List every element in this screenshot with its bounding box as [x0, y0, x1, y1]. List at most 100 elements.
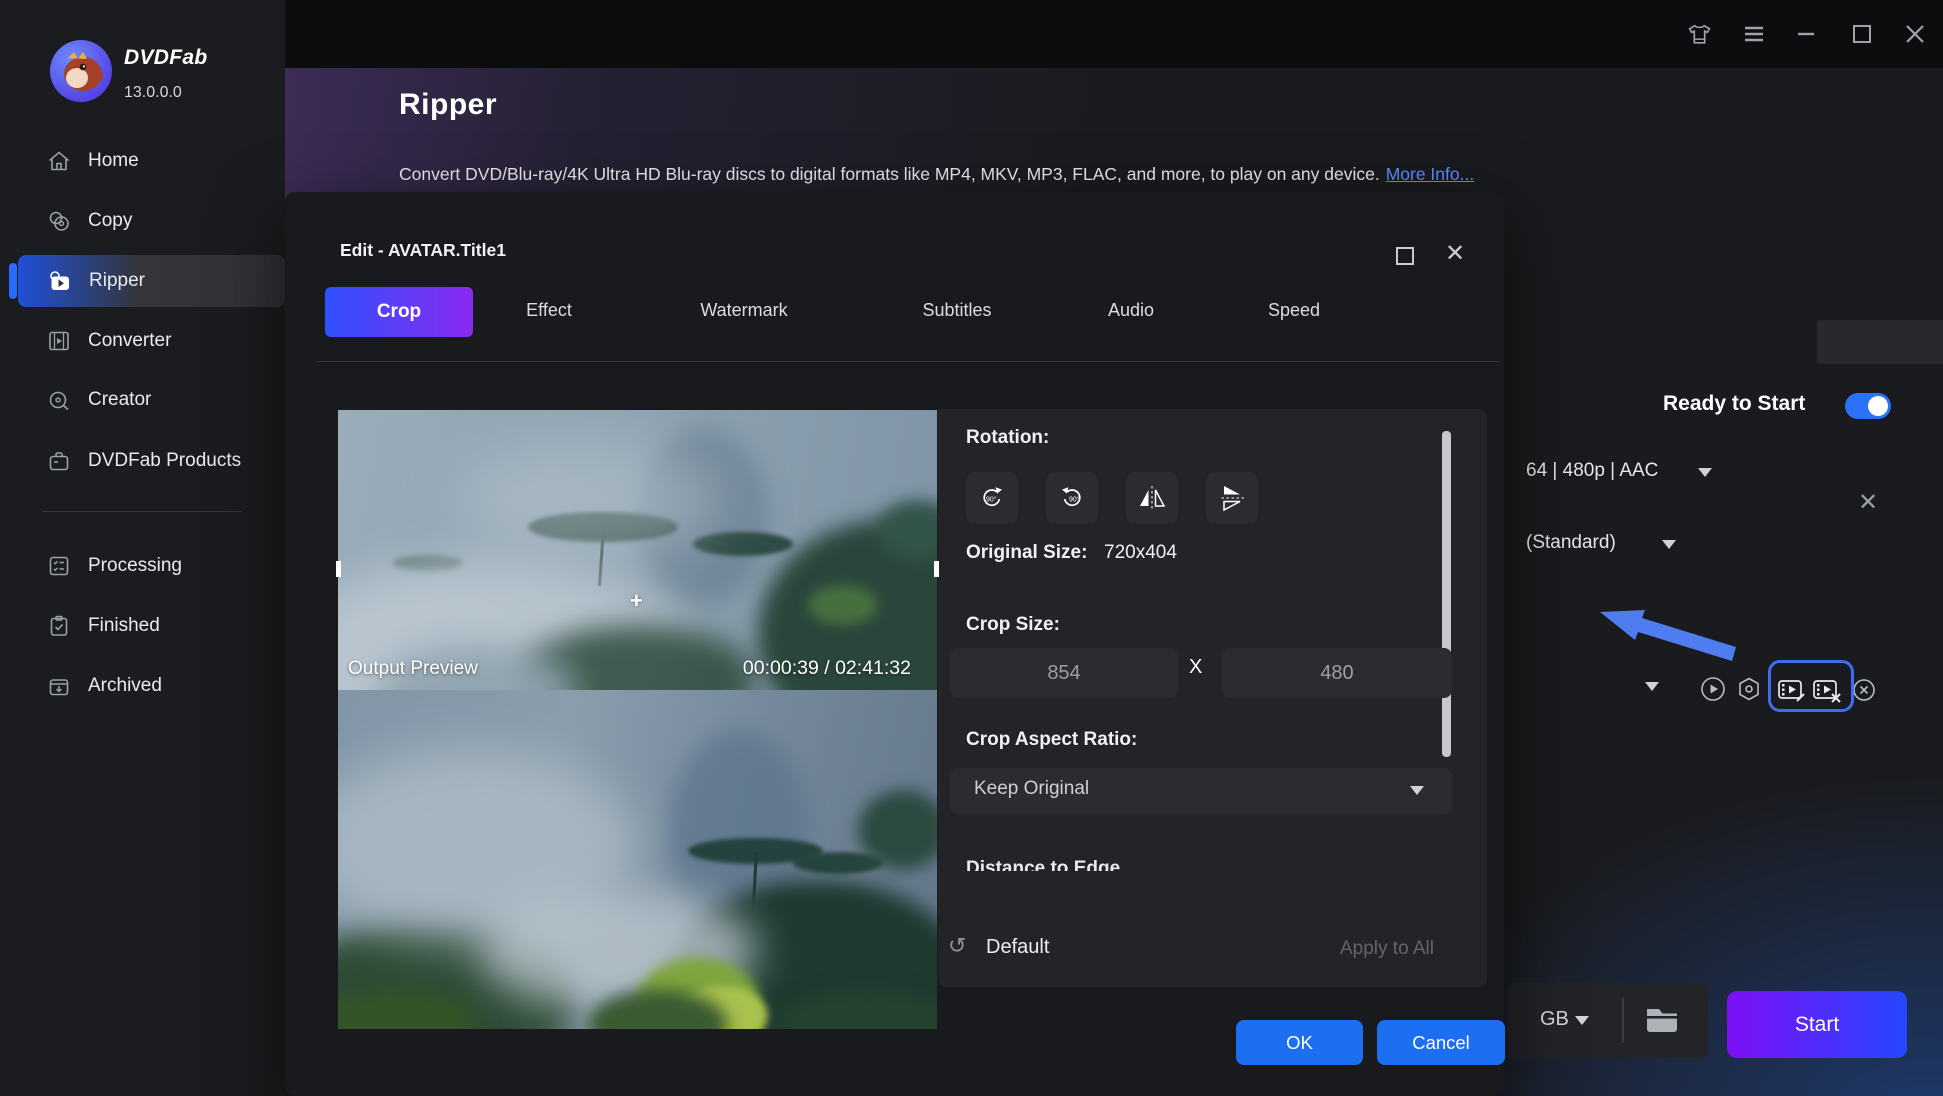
chevron-down-icon: [1410, 786, 1424, 795]
ripper-icon: [50, 270, 69, 290]
start-button[interactable]: Start: [1727, 991, 1907, 1058]
original-size-value: 720x404: [1104, 542, 1177, 563]
default-button[interactable]: Default: [986, 936, 1049, 959]
crop-handle-right[interactable]: [934, 561, 939, 577]
sidebar: DVDFab 13.0.0.0 Home Copy Ripper Convert…: [0, 0, 285, 1096]
home-icon: [48, 151, 70, 171]
sidebar-item-label: Converter: [88, 330, 172, 351]
page-description: Convert DVD/Blu-ray/4K Ultra HD Blu-ray …: [399, 164, 1474, 185]
dvdfab-window: Ripper Convert DVD/Blu-ray/4K Ultra HD B…: [0, 0, 1943, 1096]
sidebar-item-label: Home: [88, 150, 139, 171]
crop-height-input[interactable]: [1222, 648, 1452, 698]
dialog-title: Edit - AVATAR.Title1: [340, 240, 506, 260]
save-to-panel: GB: [1508, 983, 1708, 1058]
sidebar-item-label: DVDFab Products: [88, 450, 242, 471]
dvdfab-logo: [50, 40, 112, 102]
output-preview-frame[interactable]: + Output Preview 00:00:39 / 02:41:32: [338, 410, 937, 690]
menu-icon[interactable]: [1738, 18, 1770, 50]
crop-width-input[interactable]: [950, 648, 1178, 698]
remove-title-icon[interactable]: ✕: [1858, 488, 1878, 517]
preview-play-icon[interactable]: [1700, 676, 1726, 702]
sidebar-item-ripper[interactable]: Ripper: [18, 255, 285, 307]
products-icon: [49, 452, 69, 471]
ready-to-start-label: Ready to Start: [1663, 392, 1806, 415]
close-icon[interactable]: [1899, 18, 1931, 50]
dialog-maximize-icon[interactable]: [1396, 247, 1414, 265]
tab-divider: [316, 361, 1500, 362]
rotate-left-button[interactable]: 90°: [1046, 472, 1098, 524]
flip-horizontal-button[interactable]: [1126, 472, 1178, 524]
reset-icon[interactable]: ↺: [948, 933, 966, 959]
sidebar-item-converter[interactable]: Converter: [18, 315, 285, 367]
processing-icon: [49, 556, 69, 576]
crop-size-label: Crop Size:: [966, 614, 1060, 635]
dialog-close-icon[interactable]: ✕: [1445, 239, 1465, 268]
sidebar-item-dvdfab-products[interactable]: DVDFab Products: [18, 435, 285, 487]
annotation-highlight-box: [1768, 660, 1854, 712]
page-title: Ripper: [399, 88, 498, 121]
disk-space-label[interactable]: GB: [1540, 1008, 1589, 1031]
finished-icon: [50, 615, 68, 636]
advanced-settings-icon[interactable]: [1736, 676, 1762, 702]
edit-dialog: Edit - AVATAR.Title1 ✕ Crop Effect Water…: [285, 192, 1505, 1096]
sidebar-item-creator[interactable]: Creator: [18, 374, 285, 426]
cancel-button[interactable]: Cancel: [1377, 1020, 1505, 1065]
tab-crop[interactable]: Crop: [325, 287, 473, 337]
theme-icon[interactable]: [1683, 18, 1715, 50]
tab-watermark[interactable]: Watermark: [700, 300, 787, 321]
size-separator: X: [1189, 656, 1203, 678]
divider: [1622, 998, 1624, 1043]
toggle-knob: [1868, 396, 1888, 416]
app-name: DVDFab: [124, 46, 208, 69]
apply-to-all-button[interactable]: Apply to All: [1340, 938, 1434, 960]
aspect-ratio-dropdown[interactable]: Keep Original: [950, 768, 1452, 814]
ok-button[interactable]: OK: [1236, 1020, 1363, 1065]
flip-horizontal-icon: [1140, 486, 1166, 510]
rotate-right-button[interactable]: 90°: [966, 472, 1018, 524]
tab-audio[interactable]: Audio: [1108, 300, 1154, 321]
chevron-down-icon[interactable]: [1698, 468, 1712, 477]
creator-icon: [49, 391, 69, 411]
preview-timecode: 00:00:39 / 02:41:32: [742, 657, 911, 679]
app-version: 13.0.0.0: [124, 84, 182, 101]
tab-subtitles[interactable]: Subtitles: [922, 300, 991, 321]
chevron-down-icon[interactable]: [1662, 540, 1676, 549]
tab-effect[interactable]: Effect: [526, 300, 572, 321]
source-row-partial: [1817, 320, 1943, 364]
active-indicator: [9, 263, 17, 299]
delete-circle-icon[interactable]: [1852, 678, 1876, 702]
flip-vertical-button[interactable]: [1206, 472, 1258, 524]
sidebar-divider: [42, 511, 242, 512]
crop-handle-left[interactable]: [336, 561, 341, 577]
rotation-label: Rotation:: [966, 427, 1050, 448]
sidebar-item-label: Processing: [88, 555, 182, 576]
more-info-link[interactable]: More Info...: [1386, 164, 1475, 184]
output-preview-label: Output Preview: [348, 658, 478, 679]
minimize-icon[interactable]: [1790, 18, 1822, 50]
panel-scrollbar[interactable]: [1442, 431, 1451, 757]
sidebar-item-archived[interactable]: Archived: [18, 660, 285, 712]
output-folder-icon[interactable]: [1644, 1005, 1680, 1035]
sidebar-item-label: Archived: [88, 675, 162, 696]
sidebar-item-home[interactable]: Home: [18, 135, 285, 187]
sidebar-item-label: Copy: [88, 210, 133, 231]
converter-icon: [49, 331, 69, 351]
maximize-icon[interactable]: [1846, 18, 1878, 50]
crop-settings-panel: Rotation: 90° 90° Original Size: 720x404…: [938, 409, 1487, 987]
sidebar-item-label: Finished: [88, 615, 160, 636]
sidebar-item-label: Creator: [88, 389, 152, 410]
chevron-down-icon[interactable]: [1645, 682, 1659, 691]
svg-text:90°: 90°: [986, 496, 997, 504]
sidebar-item-finished[interactable]: Finished: [18, 600, 285, 652]
source-preview-frame[interactable]: [338, 690, 937, 1029]
sidebar-item-processing[interactable]: Processing: [18, 540, 285, 592]
sidebar-item-copy[interactable]: Copy: [18, 195, 285, 247]
tab-speed[interactable]: Speed: [1268, 300, 1320, 321]
annotation-arrow: [1596, 604, 1742, 664]
crop-center-crosshair: +: [630, 588, 643, 613]
svg-text:90°: 90°: [1069, 496, 1080, 504]
archived-icon: [49, 679, 69, 696]
rotate-ccw-icon: 90°: [1062, 487, 1081, 507]
aspect-ratio-value: Keep Original: [974, 778, 1090, 799]
ready-toggle[interactable]: [1845, 393, 1891, 419]
